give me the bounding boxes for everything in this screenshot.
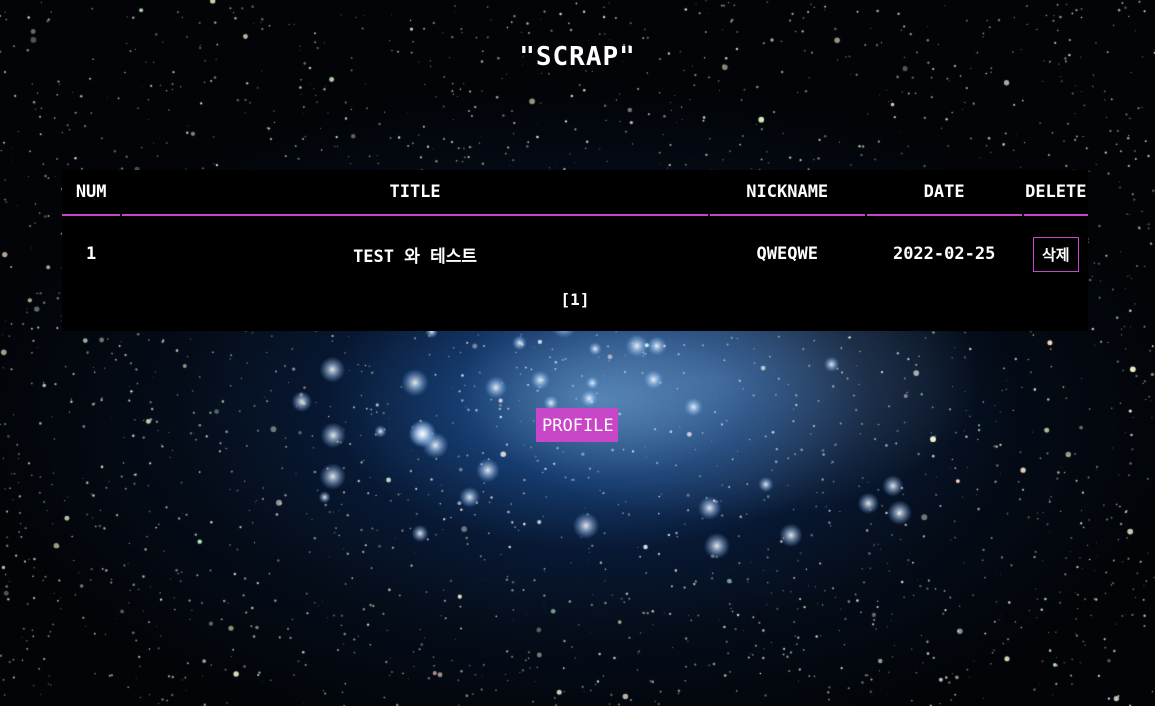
- starfield-background: [0, 0, 1155, 706]
- profile-button[interactable]: PROFILE: [536, 408, 618, 442]
- row-delete-cell: 삭제: [1024, 216, 1088, 292]
- row-title-link[interactable]: TEST 와 테스트: [122, 216, 707, 292]
- column-header-num: NUM: [62, 170, 121, 216]
- row-num: 1: [86, 244, 97, 264]
- column-header-delete: DELETE: [1023, 170, 1088, 216]
- row-date: 2022-02-25: [892, 244, 996, 264]
- pagination-page-1[interactable]: [1]: [62, 290, 1088, 309]
- page-title: "SCRAP": [519, 42, 636, 72]
- table-row: 1 TEST 와 테스트 QWEQWE 2022-02-25 삭제: [62, 216, 1088, 292]
- delete-button[interactable]: 삭제: [1032, 236, 1079, 272]
- column-header-title: TITLE: [122, 170, 708, 216]
- row-nickname: QWEQWE: [756, 244, 818, 264]
- page: "SCRAP" NUM TITLE NICKNAME DATE DELETE 1…: [0, 0, 1155, 706]
- scrap-table: NUM TITLE NICKNAME DATE DELETE 1 TEST 와 …: [60, 170, 1090, 292]
- table-header-row: NUM TITLE NICKNAME DATE DELETE: [62, 170, 1088, 216]
- scrap-table-panel: NUM TITLE NICKNAME DATE DELETE 1 TEST 와 …: [62, 170, 1088, 331]
- column-header-nickname: NICKNAME: [709, 170, 865, 216]
- column-header-date: DATE: [866, 170, 1022, 216]
